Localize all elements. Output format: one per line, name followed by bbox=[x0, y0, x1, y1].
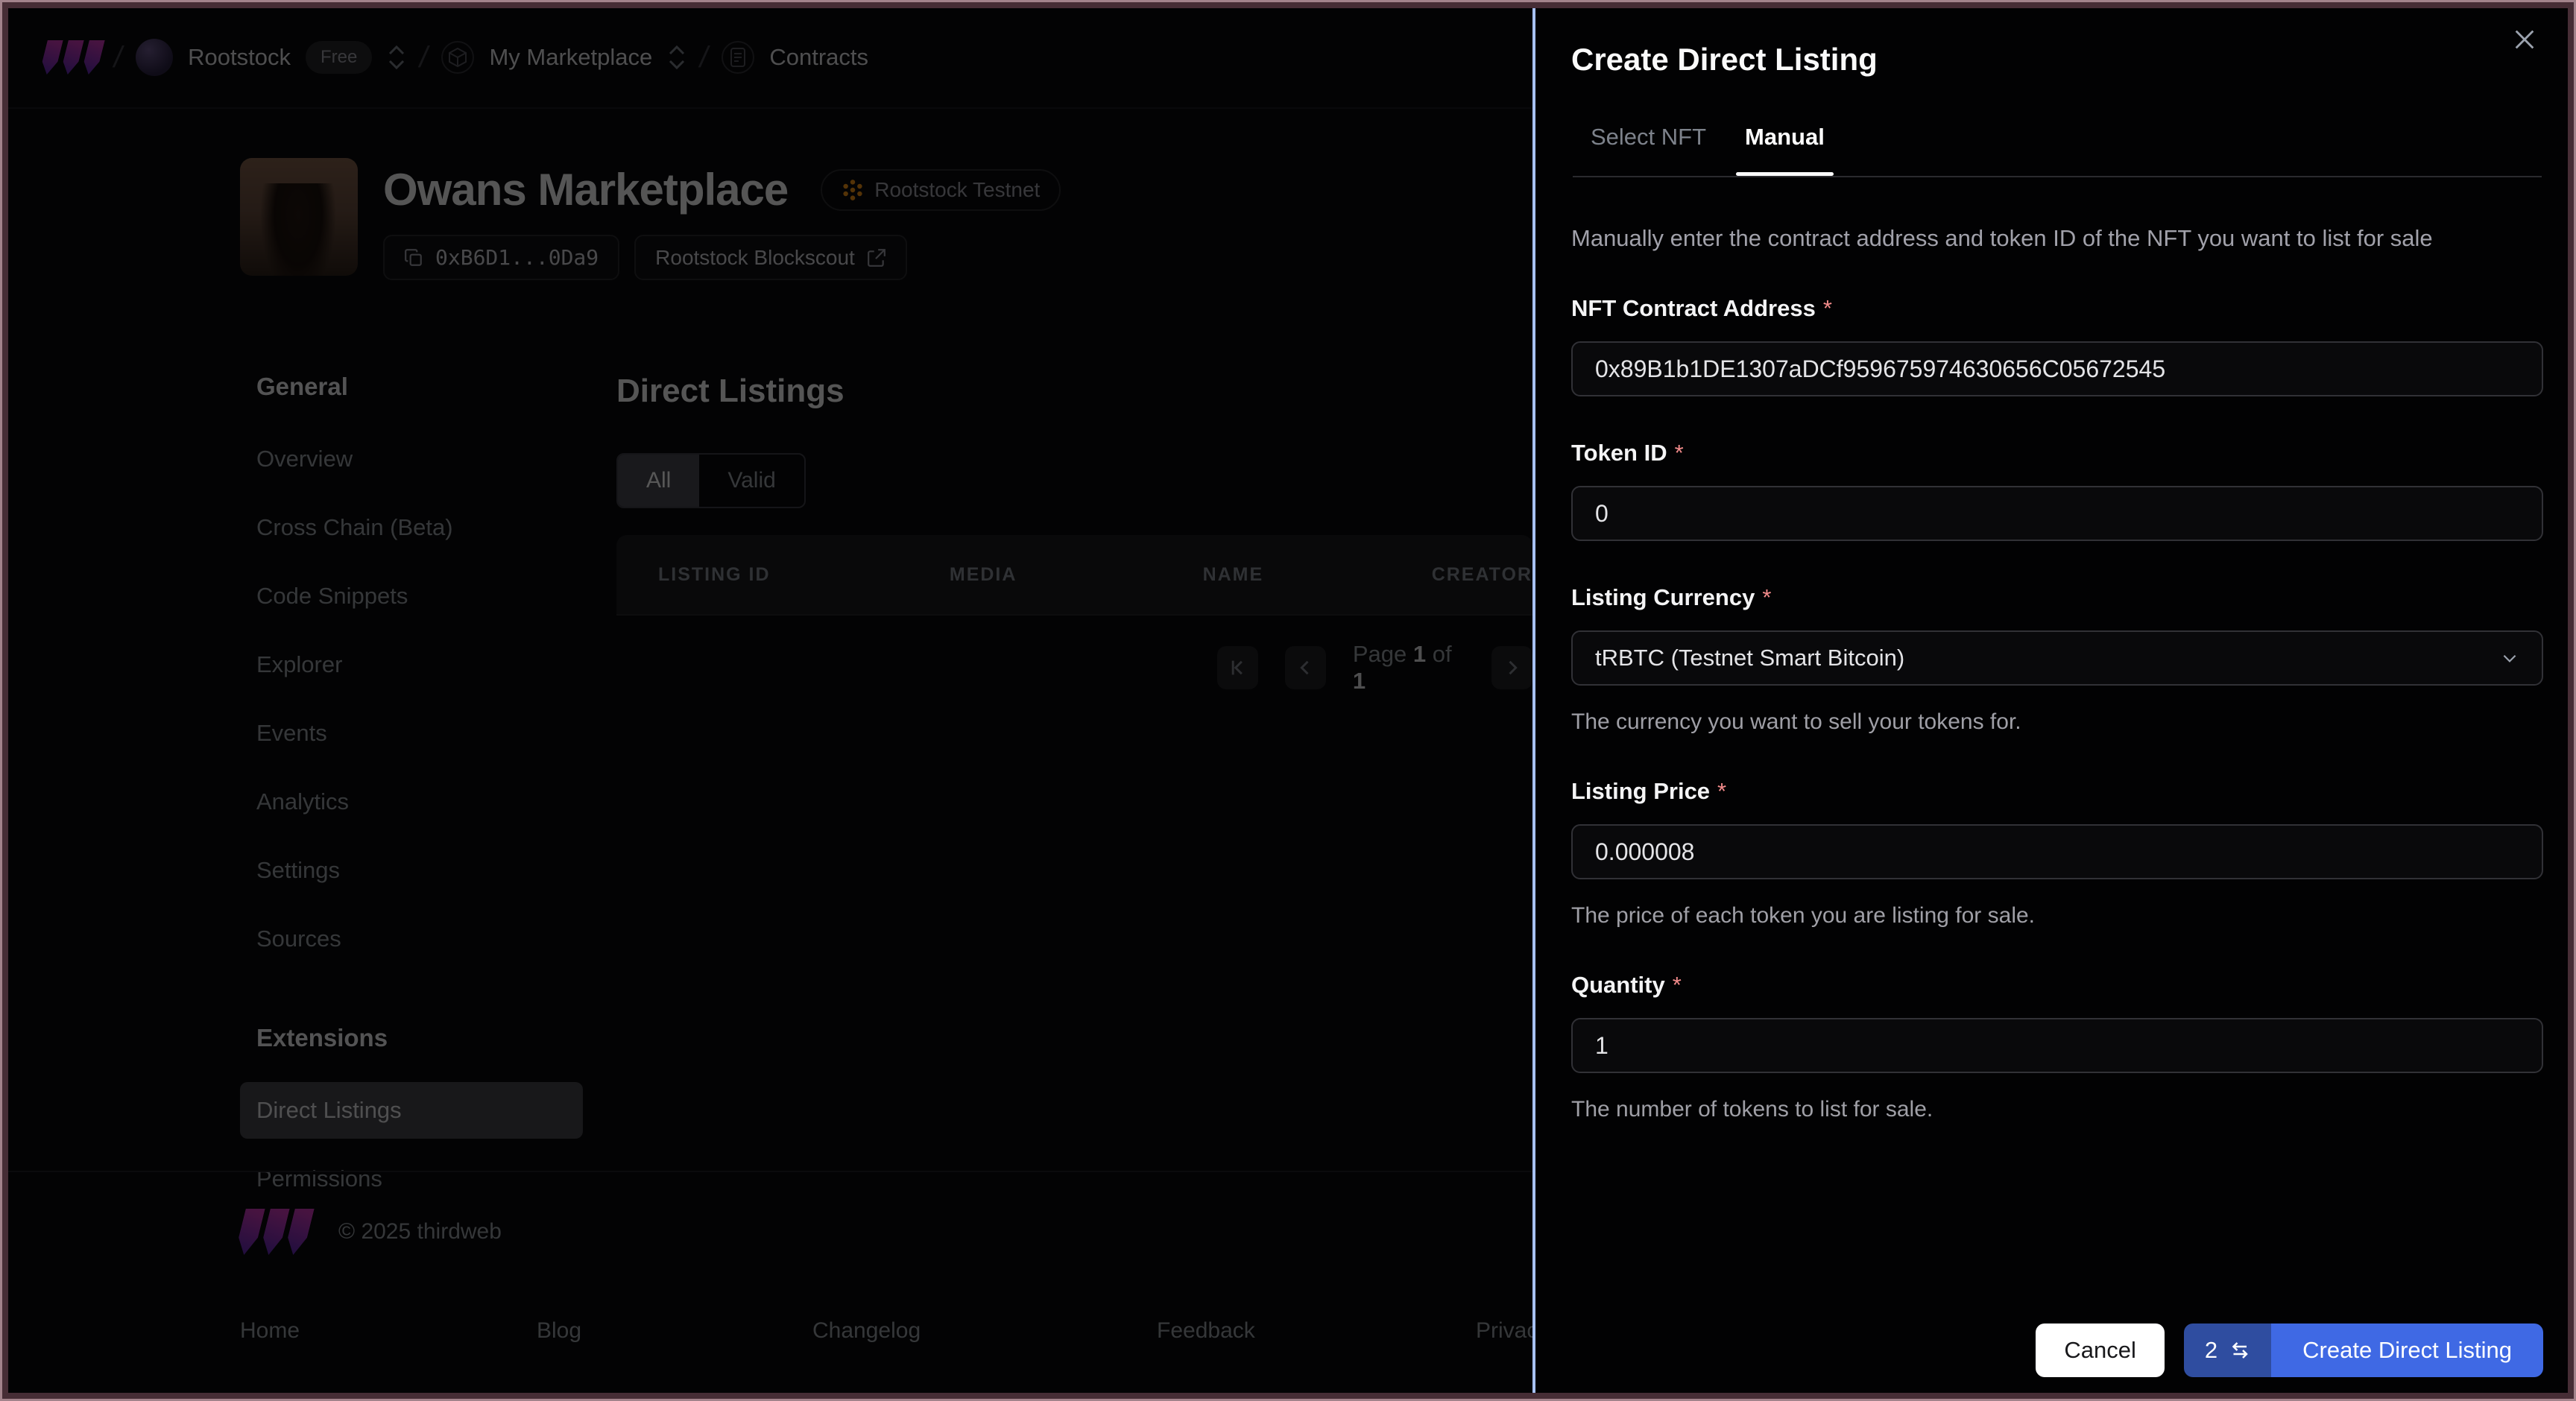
token-id-input[interactable] bbox=[1571, 486, 2543, 541]
drawer-description: Manually enter the contract address and … bbox=[1571, 225, 2433, 251]
listing-currency-label: Listing Currency * bbox=[1571, 584, 1772, 610]
quantity-help: The number of tokens to list for sale. bbox=[1571, 1097, 1933, 1122]
network-count: 2 bbox=[2204, 1337, 2218, 1363]
listing-price-label: Listing Price * bbox=[1571, 778, 1727, 804]
contract-address-input[interactable] bbox=[1571, 341, 2543, 396]
drawer-actions: Cancel 2 Create Direct Listing bbox=[1571, 1323, 2543, 1398]
required-asterisk: * bbox=[1762, 584, 1772, 610]
close-icon bbox=[2515, 30, 2534, 49]
quantity-label: Quantity * bbox=[1571, 972, 1682, 998]
required-asterisk: * bbox=[1672, 972, 1682, 998]
drawer-title: Create Direct Listing bbox=[1571, 42, 1878, 77]
drawer-tabs: Select NFT Manual bbox=[1571, 124, 2543, 176]
create-direct-listing-button[interactable]: Create Direct Listing bbox=[2271, 1323, 2543, 1377]
listing-currency-help: The currency you want to sell your token… bbox=[1571, 709, 2021, 734]
chevron-down-icon bbox=[2503, 654, 2516, 662]
listing-currency-value: tRBTC (Testnet Smart Bitcoin) bbox=[1595, 645, 1905, 671]
submit-button-group: 2 Create Direct Listing bbox=[2183, 1323, 2543, 1377]
tab-select-nft[interactable]: Select NFT bbox=[1591, 124, 1706, 176]
tab-manual[interactable]: Manual bbox=[1736, 124, 1834, 176]
network-switch-button[interactable]: 2 bbox=[2183, 1323, 2272, 1377]
cancel-button[interactable]: Cancel bbox=[2036, 1323, 2165, 1377]
quantity-input[interactable] bbox=[1571, 1018, 2543, 1073]
required-asterisk: * bbox=[1674, 440, 1684, 466]
contract-address-label: NFT Contract Address * bbox=[1571, 295, 1832, 321]
required-asterisk: * bbox=[1717, 778, 1727, 804]
close-drawer-button[interactable] bbox=[2512, 27, 2537, 56]
tabs-divider bbox=[1573, 176, 2542, 177]
listing-price-input[interactable] bbox=[1571, 824, 2543, 879]
switch-network-icon bbox=[2232, 1342, 2248, 1359]
listing-currency-select[interactable]: tRBTC (Testnet Smart Bitcoin) bbox=[1571, 630, 2543, 686]
token-id-label: Token ID * bbox=[1571, 440, 1684, 466]
required-asterisk: * bbox=[1822, 295, 1832, 321]
listing-price-help: The price of each token you are listing … bbox=[1571, 903, 2036, 928]
create-direct-listing-drawer: Create Direct Listing Select NFT Manual … bbox=[1532, 3, 2573, 1398]
